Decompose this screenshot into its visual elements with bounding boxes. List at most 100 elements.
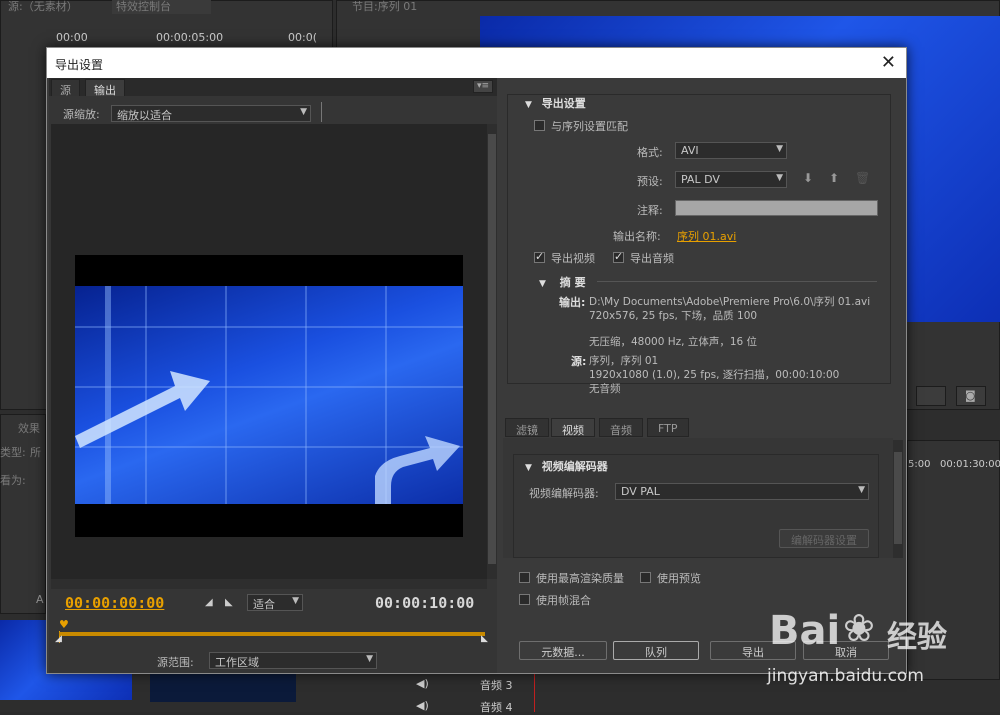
export-frame-button[interactable]: [916, 386, 946, 406]
codec-head[interactable]: ▼ 视频编解码器: [525, 458, 608, 474]
export-settings-head[interactable]: ▼ 导出设置: [525, 95, 586, 111]
summary-output-line2: 720x576, 25 fps, 下场，品质 100: [589, 310, 758, 322]
source-range-label: 源范围:: [157, 656, 194, 669]
chevron-down-icon: ▼: [292, 596, 299, 606]
type-value: 所: [30, 446, 41, 459]
speaker-icon-2[interactable]: ◀): [416, 699, 429, 712]
format-select[interactable]: AVI ▼: [675, 142, 787, 159]
set-in-point-icon[interactable]: ◢: [205, 597, 213, 608]
close-icon[interactable]: ✕: [881, 52, 896, 73]
camera-button[interactable]: ◙: [956, 386, 986, 406]
format-label: 格式:: [637, 146, 663, 159]
preset-value: PAL DV: [681, 173, 720, 186]
preview-horizontal-scrollbar[interactable]: [51, 579, 487, 589]
summary-source-key: 源:: [571, 355, 587, 368]
use-preview-label: 使用预览: [657, 572, 701, 585]
summary-source-line3: 无音频: [589, 383, 621, 395]
effects-tab[interactable]: 效果: [18, 420, 40, 436]
export-video-checkbox[interactable]: [534, 250, 545, 263]
set-out-point-icon[interactable]: ◣: [225, 597, 233, 608]
tc-mid: 00:00:05:00: [156, 31, 224, 44]
program-tab[interactable]: 节目:序列 01: [352, 0, 417, 14]
queue-button[interactable]: 队列: [613, 641, 699, 660]
audio-track-3[interactable]: 音频 3: [480, 677, 513, 693]
settings-scrollbar[interactable]: [893, 440, 903, 558]
dialog-titlebar[interactable]: 导出设置 ✕: [47, 48, 906, 78]
tab-audio[interactable]: 音频: [599, 418, 643, 437]
audio-track-4[interactable]: 音频 4: [480, 699, 513, 715]
preview-pane: 源 输出 ▾≡ 源缩放: 缩放以适合 ▼ 00:00:00:00 ◢ ◣ 适合 …: [49, 78, 497, 673]
comment-label: 注释:: [637, 204, 663, 217]
video-preview-area: [51, 124, 487, 579]
tab-source[interactable]: 源: [51, 79, 80, 97]
in-marker-icon[interactable]: ◢: [55, 634, 62, 644]
source-scaling-label: 源缩放:: [63, 108, 100, 121]
tab-output[interactable]: 输出: [85, 79, 125, 97]
preview-frame: [75, 286, 463, 504]
codec-value: DV PAL: [621, 485, 660, 498]
view-label: 看为:: [0, 474, 26, 487]
fit-select[interactable]: 适合 ▼: [247, 594, 303, 611]
source-range-select[interactable]: 工作区域 ▼: [209, 652, 377, 669]
export-audio-checkbox[interactable]: [613, 250, 624, 263]
chevron-down-icon: ▼: [300, 107, 307, 117]
work-area-bar[interactable]: [59, 632, 485, 636]
codec-settings-button[interactable]: 编解码器设置: [779, 529, 869, 548]
preset-label: 预设:: [637, 175, 663, 188]
source-scaling-value: 缩放以适合: [117, 109, 172, 122]
preview-vertical-scrollbar[interactable]: [487, 124, 497, 579]
summary-output-line3: 无压缩，48000 Hz, 立体声，16 位: [589, 336, 758, 348]
chevron-down-icon: ▼: [776, 144, 783, 154]
paw-icon: ❀: [843, 606, 875, 650]
frame-blend-label: 使用帧混合: [536, 594, 591, 607]
comment-input[interactable]: [675, 200, 878, 216]
watermark-url: jingyan.baidu.com: [767, 666, 924, 686]
source-scaling-select[interactable]: 缩放以适合 ▼: [111, 105, 311, 122]
tc-mid2: 00:0(: [288, 31, 317, 44]
export-settings-title: 导出设置: [541, 97, 586, 110]
source-range-value: 工作区域: [215, 656, 259, 669]
preset-select[interactable]: PAL DV ▼: [675, 171, 787, 188]
panel-menu-icon[interactable]: ▾≡: [473, 80, 493, 93]
metadata-button[interactable]: 元数据...: [519, 641, 607, 660]
export-settings-dialog: 导出设置 ✕ 源 输出 ▾≡ 源缩放: 缩放以适合 ▼ 00:00:00:00 …: [46, 47, 907, 674]
settings-pane: ▼ 导出设置 与序列设置匹配 格式: AVI ▼ 预设: PAL DV ▼ ⬇ …: [499, 78, 906, 673]
timeline-tc1: 5:00: [908, 459, 931, 470]
use-preview-checkbox[interactable]: [640, 572, 651, 583]
effect-controls-tab[interactable]: 特效控制台: [112, 0, 211, 14]
import-preset-icon[interactable]: ⬆: [829, 171, 839, 185]
source-tab[interactable]: 源:（无素材）: [8, 0, 78, 14]
codec-label: 视频编解码器:: [529, 487, 599, 500]
max-render-checkbox[interactable]: [519, 572, 530, 583]
format-value: AVI: [681, 144, 699, 157]
export-video-label: 导出视频: [551, 252, 595, 265]
playhead-icon[interactable]: ♥: [59, 618, 69, 631]
watermark-brand2: 经验: [887, 620, 947, 655]
match-sequence-checkbox[interactable]: [534, 120, 545, 131]
out-marker-icon[interactable]: ◣: [481, 634, 488, 644]
export-audio-label: 导出音频: [630, 252, 674, 265]
arrow-graphic: [75, 371, 460, 504]
collapse-triangle-icon: ▼: [525, 463, 532, 473]
current-timecode[interactable]: 00:00:00:00: [65, 594, 164, 612]
tab-filters[interactable]: 滤镜: [505, 418, 549, 437]
divider: [321, 102, 322, 122]
speaker-icon[interactable]: ◀): [416, 677, 429, 690]
fit-value: 适合: [253, 598, 275, 611]
codec-select[interactable]: DV PAL ▼: [615, 483, 869, 500]
codec-title: 视频编解码器: [541, 460, 608, 473]
chevron-down-icon: ▼: [776, 173, 783, 183]
preview-tabs: 源 输出 ▾≡: [49, 78, 497, 97]
frame-blend-checkbox[interactable]: [519, 594, 530, 605]
baidu-watermark: Bai ❀ 经验 jingyan.baidu.com: [765, 604, 1000, 694]
tab-ftp[interactable]: FTP: [647, 418, 689, 437]
output-name-link[interactable]: 序列 01.avi: [677, 228, 736, 244]
summary-head[interactable]: ▼ 摘 要: [539, 274, 586, 290]
end-timecode: 00:00:10:00: [375, 594, 475, 612]
save-preset-icon[interactable]: ⬇: [803, 171, 813, 185]
chevron-down-icon: ▼: [858, 485, 865, 495]
tab-video[interactable]: 视频: [551, 418, 595, 437]
camera-icon: ◙: [965, 389, 976, 402]
delete-preset-icon[interactable]: 🗑: [855, 171, 870, 185]
summary-source-line1: 序列，序列 01: [589, 355, 659, 367]
